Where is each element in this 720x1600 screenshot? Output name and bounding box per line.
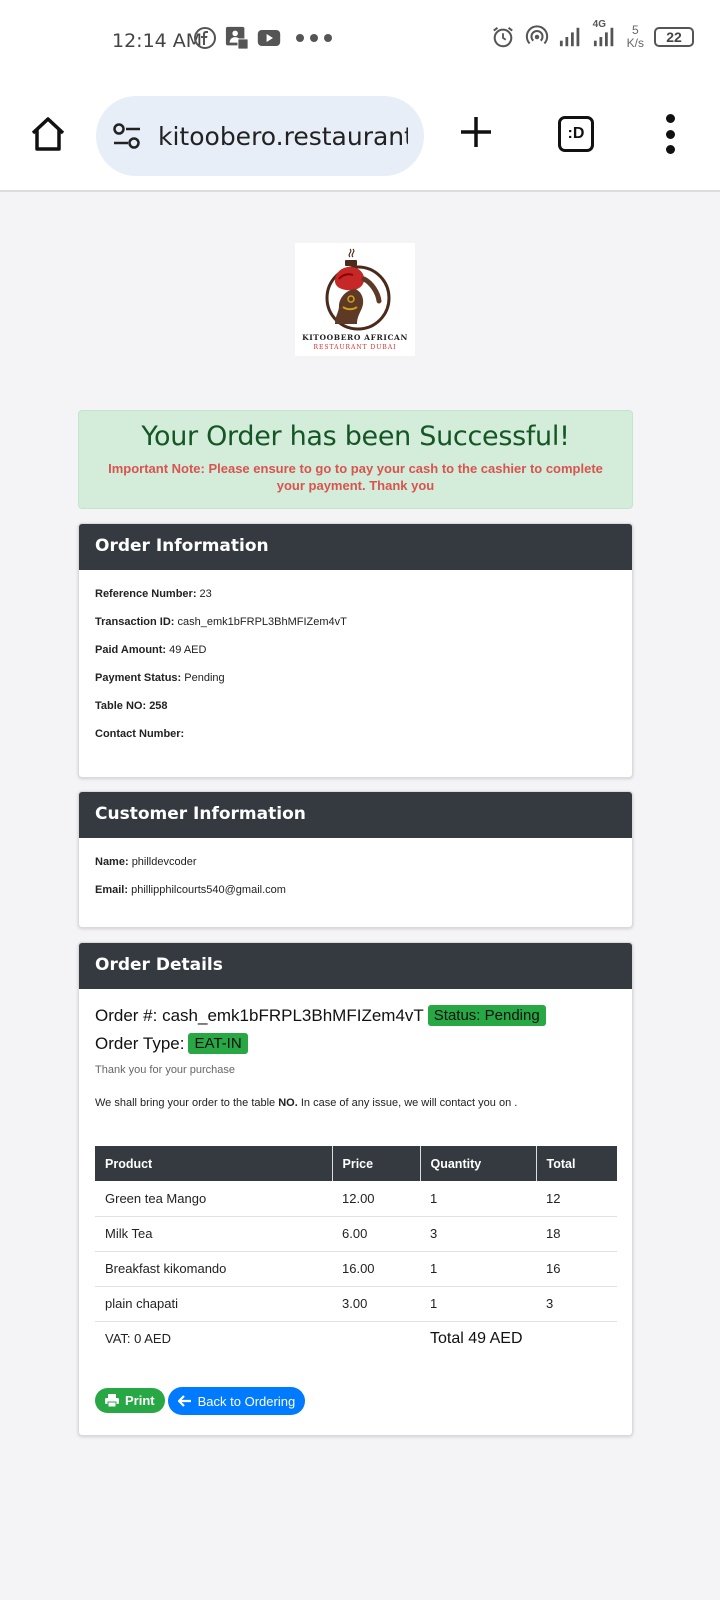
- customer-information-card: Customer Information Name: philldevcoder…: [78, 791, 633, 928]
- print-label: Print: [125, 1393, 155, 1408]
- battery-icon: 22: [654, 27, 694, 47]
- new-tab-button[interactable]: [458, 114, 494, 150]
- cell-total: 18: [536, 1216, 617, 1252]
- cell-price: 3.00: [332, 1286, 420, 1322]
- column-header-total: Total: [536, 1146, 617, 1181]
- reference-number-value: 23: [199, 588, 212, 600]
- back-to-ordering-button[interactable]: Back to Ordering: [167, 1387, 306, 1415]
- payment-note: Important Note: Please ensure to go to p…: [108, 461, 603, 493]
- vat-amount: VAT: 0 AED: [105, 1331, 171, 1347]
- cell-quantity: 1: [420, 1286, 536, 1322]
- home-button[interactable]: [28, 114, 68, 154]
- address-bar[interactable]: kitoobero.restaurant/c: [96, 96, 424, 176]
- order-number-line: Order #: cash_emk1bFRPL3BhMFIZem4vT Stat…: [95, 1005, 546, 1026]
- url-text[interactable]: kitoobero.restaurant/c: [158, 122, 408, 151]
- network-speed: 5 K/s: [626, 23, 644, 50]
- payment-status-row: Payment Status: Pending: [95, 672, 225, 684]
- plus-icon: [461, 117, 491, 147]
- alarm-icon: [491, 25, 515, 49]
- battery-level: 22: [666, 29, 682, 45]
- site-settings-icon[interactable]: [112, 122, 142, 150]
- action-buttons: Print Back to Ordering: [95, 1387, 306, 1415]
- logo-subtitle: RESTAURANT DUBAI: [313, 344, 397, 351]
- facebook-icon: [193, 26, 217, 50]
- grand-total: Total 49 AED: [430, 1329, 523, 1347]
- cell-quantity: 1: [420, 1181, 536, 1217]
- reference-number-row: Reference Number: 23: [95, 588, 212, 600]
- photo-icon: [225, 26, 249, 50]
- payment-status-value: Pending: [184, 672, 225, 684]
- contact-number-row: Contact Number:: [95, 728, 185, 740]
- home-icon: [31, 117, 65, 151]
- customer-email-row: Email: phillipphilcourts540@gmail.com: [95, 884, 286, 896]
- print-button[interactable]: Print: [95, 1388, 165, 1413]
- status-bar: 12:14 AM 4G 5 K/s 22: [0, 0, 720, 80]
- tab-switcher-button[interactable]: :D: [558, 116, 594, 152]
- column-header-product: Product: [95, 1146, 333, 1181]
- customer-email-value: phillipphilcourts540@gmail.com: [131, 884, 286, 896]
- cell-quantity: 3: [420, 1216, 536, 1252]
- transaction-id-row: Transaction ID: cash_emk1bFRPL3BhMFIZem4…: [95, 616, 347, 628]
- order-type-label: Order Type:: [95, 1033, 185, 1053]
- order-details-card: Order Details Order #: cash_emk1bFRPL3Bh…: [78, 942, 633, 1436]
- system-icons: 4G 5 K/s 22: [491, 19, 694, 50]
- order-information-header: Order Information: [79, 524, 632, 570]
- cell-price: 6.00: [332, 1216, 420, 1252]
- transaction-id-value: cash_emk1bFRPL3BhMFIZem4vT: [177, 616, 347, 628]
- signal-4g-icon: 4G: [593, 19, 617, 49]
- thanks-text: Thank you for your purchase: [95, 1064, 236, 1076]
- signal-icon: [559, 25, 583, 49]
- table-row: Green tea Mango 12.00 1 12: [95, 1181, 617, 1217]
- network-type: 4G: [592, 19, 606, 30]
- cell-price: 12.00: [332, 1181, 420, 1217]
- cell-quantity: 1: [420, 1251, 536, 1287]
- cell-product: Green tea Mango: [95, 1181, 332, 1217]
- tab-switcher-label: :D: [567, 125, 585, 142]
- cell-price: 16.00: [332, 1251, 420, 1287]
- browser-toolbar: kitoobero.restaurant/c :D: [0, 80, 720, 192]
- order-type-badge: EAT-IN: [188, 1033, 248, 1054]
- printer-icon: [105, 1394, 119, 1407]
- paid-amount-row: Paid Amount: 49 AED: [95, 644, 207, 656]
- customer-name-row: Name: philldevcoder: [95, 856, 197, 868]
- order-items-table: Product Price Quantity Total Green tea M…: [95, 1146, 617, 1356]
- column-header-price: Price: [332, 1146, 421, 1181]
- order-type-line: Order Type: EAT-IN: [95, 1033, 248, 1054]
- table-header-row: Product Price Quantity Total: [95, 1146, 617, 1181]
- table-row: Breakfast kikomando 16.00 1 16: [95, 1251, 617, 1287]
- cell-product: plain chapati: [95, 1286, 332, 1322]
- customer-name-value: philldevcoder: [131, 856, 197, 868]
- table-number-row: Table NO: 258: [95, 700, 168, 712]
- column-header-quantity: Quantity: [420, 1146, 537, 1181]
- customer-information-header: Customer Information: [79, 792, 632, 838]
- cell-product: Milk Tea: [95, 1216, 332, 1252]
- restaurant-logo: KITOOBERO AFRICAN RESTAURANT DUBAI: [295, 243, 415, 356]
- cell-total: 12: [536, 1181, 617, 1217]
- order-number: Order #: cash_emk1bFRPL3BhMFIZem4vT: [95, 1005, 424, 1025]
- summary-row: VAT: 0 AED Total 49 AED: [95, 1321, 617, 1356]
- notification-icons: [193, 26, 335, 50]
- table-row: plain chapati 3.00 1 3: [95, 1286, 617, 1322]
- cell-total: 16: [536, 1251, 617, 1287]
- status-time: 12:14 AM: [112, 30, 203, 52]
- success-title: Your Order has been Successful!: [141, 421, 570, 452]
- table-row: Milk Tea 6.00 3 18: [95, 1216, 617, 1252]
- order-information-card: Order Information Reference Number: 23 T…: [78, 523, 633, 778]
- youtube-icon: [257, 26, 281, 50]
- arrow-left-icon: [177, 1395, 191, 1407]
- paid-amount-value: 49 AED: [169, 644, 207, 656]
- back-label: Back to Ordering: [197, 1393, 296, 1409]
- success-alert: Your Order has been Successful! Importan…: [78, 410, 633, 509]
- logo-title: KITOOBERO AFRICAN: [302, 333, 408, 342]
- browser-menu-button[interactable]: [664, 114, 676, 154]
- more-dots-icon: [295, 26, 335, 50]
- cell-product: Breakfast kikomando: [95, 1251, 332, 1287]
- order-details-header: Order Details: [79, 943, 632, 989]
- cell-total: 3: [536, 1286, 617, 1322]
- status-badge: Status: Pending: [427, 1005, 546, 1026]
- logo-emblem-icon: [325, 248, 391, 331]
- hotspot-icon: [525, 25, 549, 49]
- delivery-note: We shall bring your order to the table N…: [95, 1097, 518, 1109]
